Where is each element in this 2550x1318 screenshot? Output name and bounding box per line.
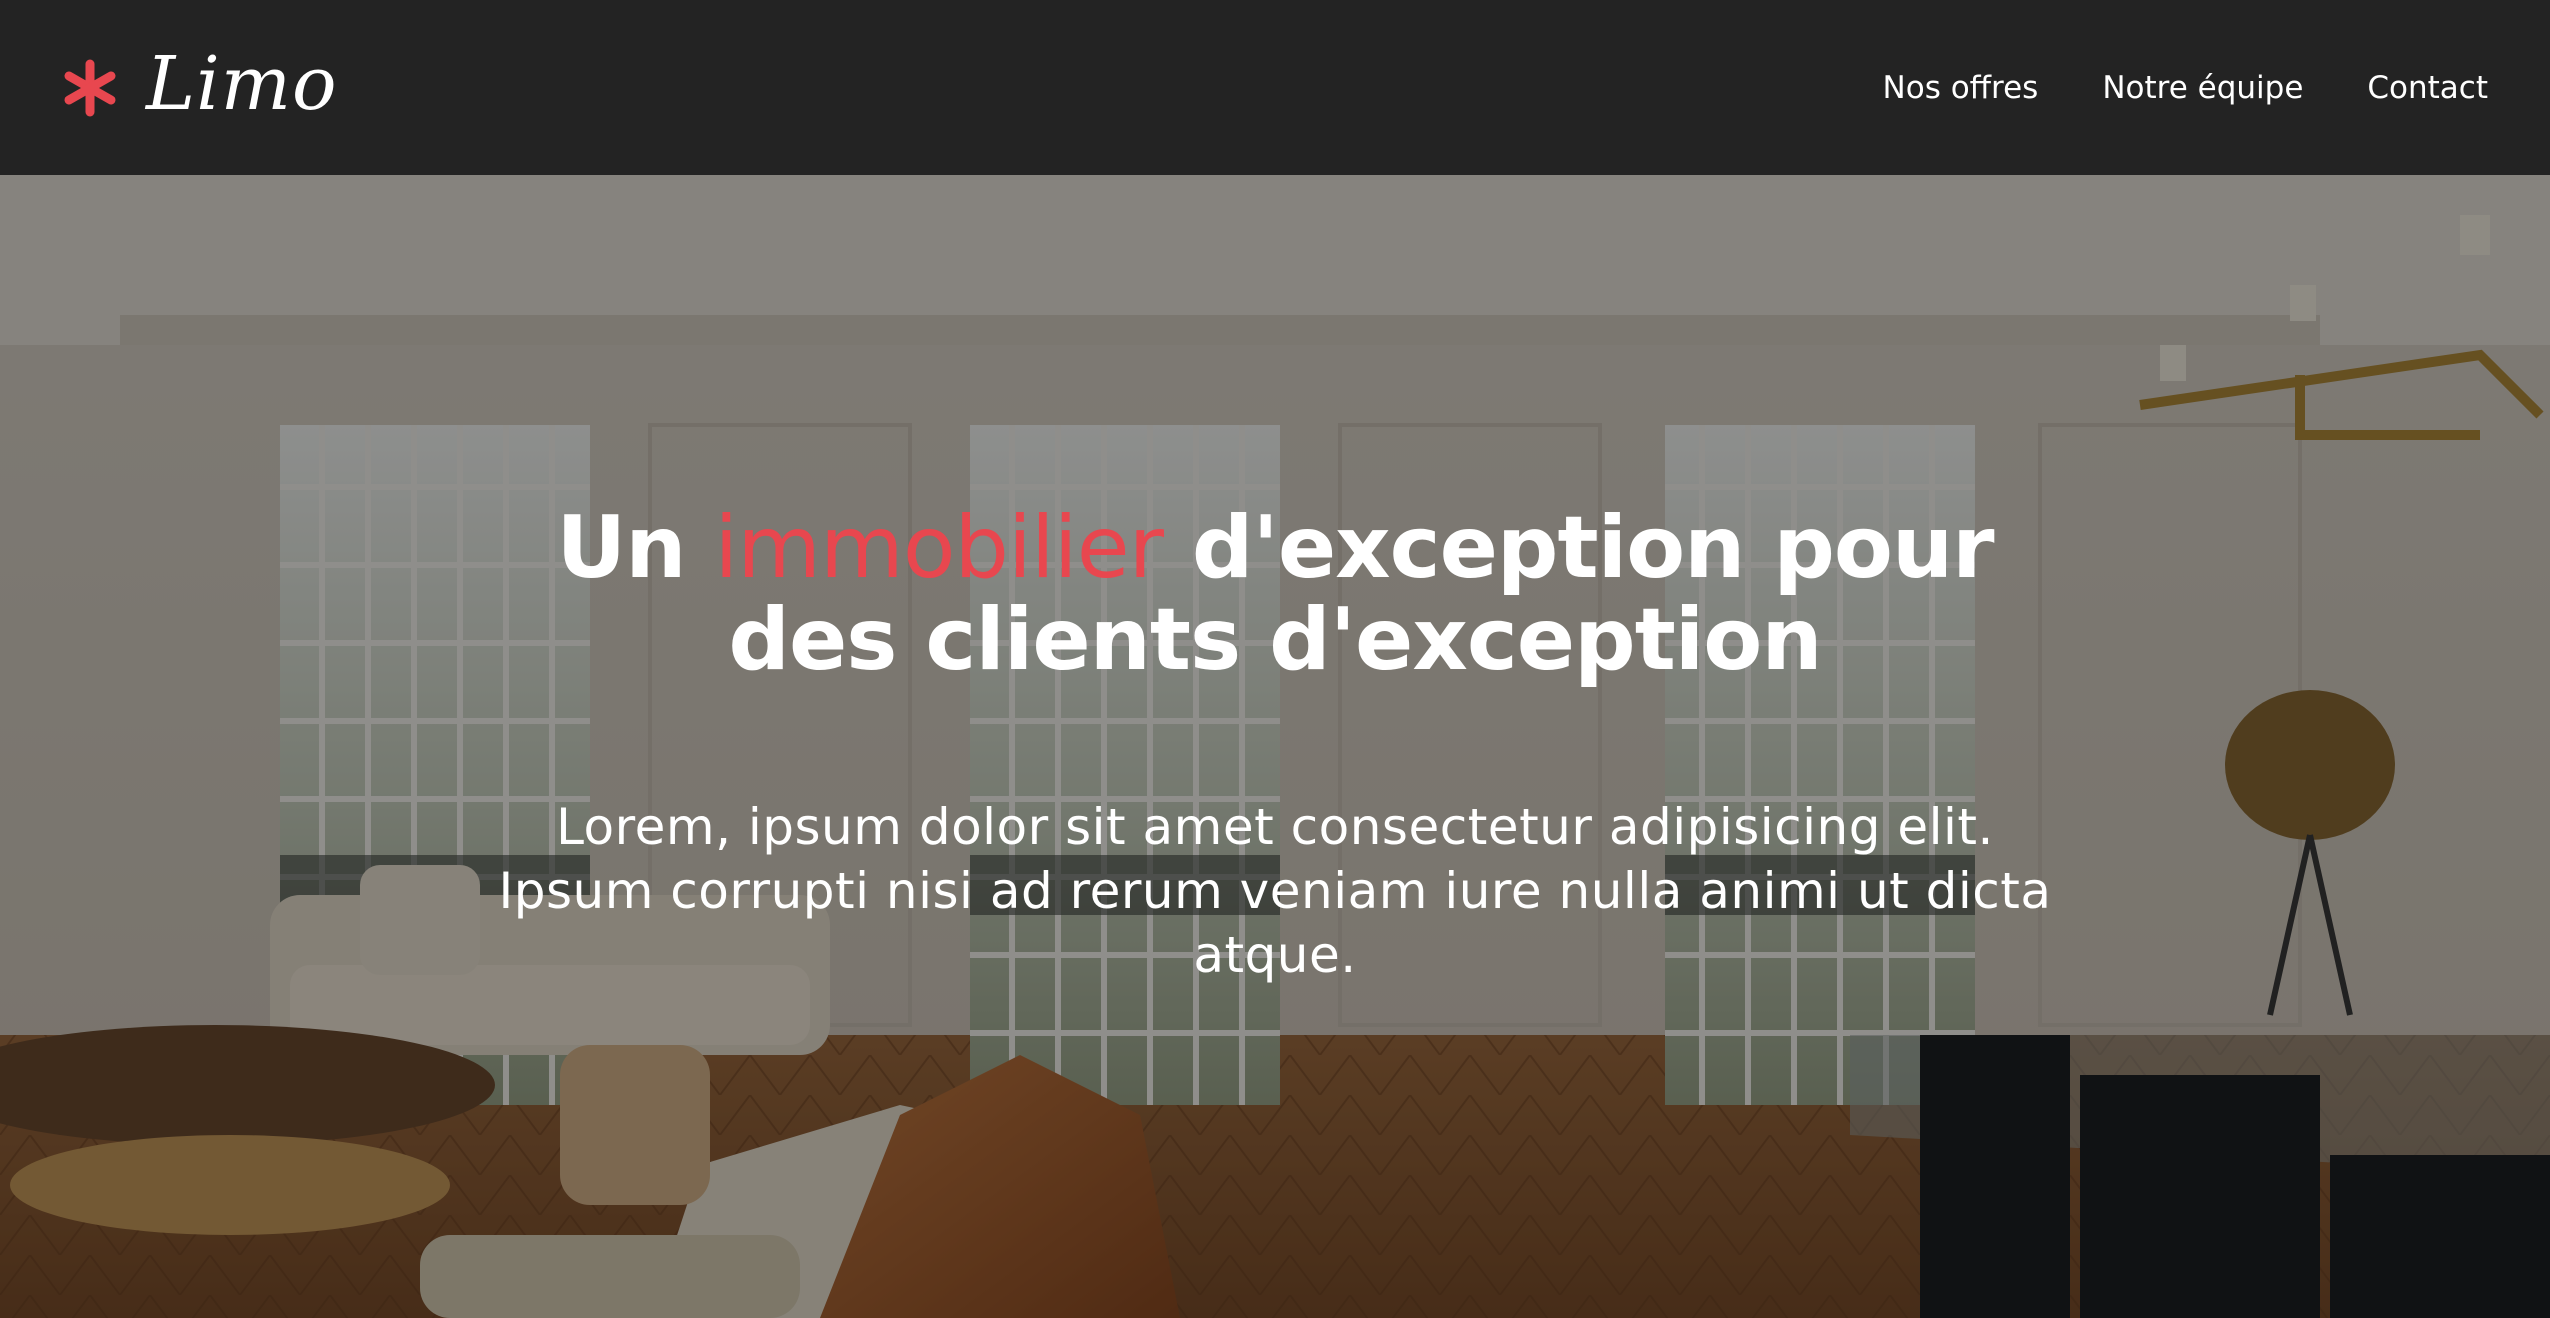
asterisk-icon [64,59,116,116]
nav-link-equipe[interactable]: Notre équipe [2102,70,2303,106]
nav-link-offres[interactable]: Nos offres [1883,70,2039,106]
main-nav: Nos offres Notre équipe Contact [1883,70,2488,106]
hero-description: Lorem, ipsum dolor sit amet consectetur … [498,798,2052,984]
hero-title: Un immobilier d'exception pour des clien… [475,502,2075,686]
hero-title-start: Un [556,498,715,598]
logo-link[interactable]: Limo [60,47,338,125]
nav-link-contact[interactable]: Contact [2367,70,2488,106]
hero-section: Un immobilier d'exception pour des clien… [0,175,2550,1318]
navbar: Limo Nos offres Notre équipe Contact [0,0,2550,175]
hero-content: Un immobilier d'exception pour des clien… [0,175,2550,1318]
hero-title-accent: immobilier [714,498,1164,598]
brand-name: Limo [146,40,338,127]
